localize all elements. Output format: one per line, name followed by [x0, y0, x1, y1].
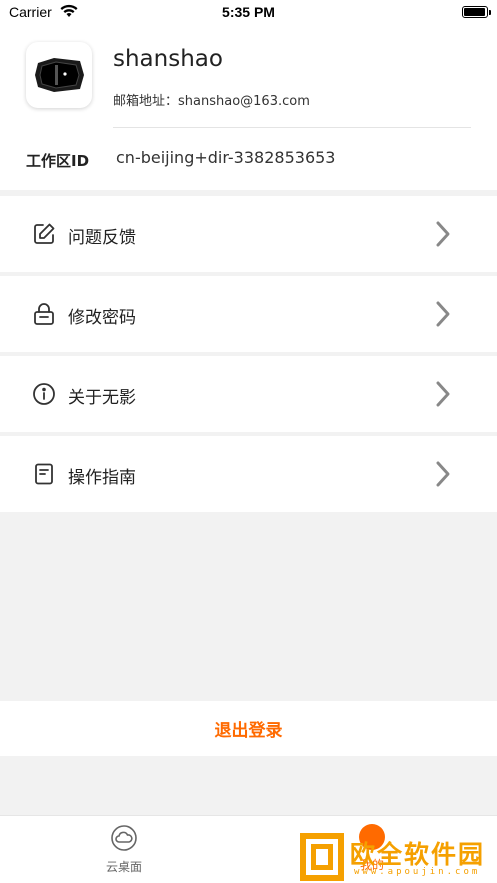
email-label: 邮箱地址：	[113, 94, 179, 109]
watermark: 欧全软件园 www.apoujin.com	[300, 833, 492, 881]
menu-item-label: 修改密码	[68, 308, 136, 328]
watermark-text: 欧全软件园	[350, 840, 486, 869]
tab-label: 云桌面	[105, 860, 142, 874]
logout-button[interactable]: 退出登录	[0, 701, 497, 756]
email-row: 邮箱地址：shanshao@163.com	[113, 90, 310, 109]
username: shanshao	[113, 46, 223, 72]
logout-label: 退出登录	[214, 721, 283, 741]
chevron-right-icon	[436, 381, 450, 407]
workspace-id: cn-beijing+dir-3382853653	[116, 148, 336, 167]
edit-icon	[34, 223, 55, 244]
menu-item-label: 问题反馈	[68, 228, 136, 248]
divider	[113, 127, 471, 128]
document-icon	[35, 463, 53, 485]
menu-item-label: 操作指南	[68, 468, 136, 488]
app-logo-icon	[35, 58, 84, 92]
avatar	[26, 42, 92, 108]
watermark-logo-icon	[300, 833, 344, 881]
tab-cloud-desktop[interactable]: 云桌面	[92, 824, 156, 878]
email-value: shanshao@163.com	[178, 94, 310, 109]
battery-icon	[462, 6, 491, 18]
chevron-right-icon	[436, 461, 450, 487]
menu-item-feedback[interactable]: 问题反馈	[0, 196, 497, 272]
lock-icon	[34, 303, 54, 325]
status-bar: Carrier 5:35 PM	[0, 0, 497, 26]
info-icon	[33, 383, 55, 405]
chevron-right-icon	[436, 301, 450, 327]
chevron-right-icon	[436, 221, 450, 247]
menu-item-label: 关于无影	[68, 388, 136, 408]
cloud-icon	[111, 825, 137, 851]
watermark-url: www.apoujin.com	[354, 867, 481, 877]
menu-item-guide[interactable]: 操作指南	[0, 436, 497, 512]
workspace-label: 工作区ID	[26, 152, 90, 170]
status-time: 5:35 PM	[222, 4, 275, 20]
menu-item-about[interactable]: 关于无影	[0, 356, 497, 432]
menu-item-change-password[interactable]: 修改密码	[0, 276, 497, 352]
profile-card: shanshao 邮箱地址：shanshao@163.com 工作区ID cn-…	[0, 26, 497, 190]
